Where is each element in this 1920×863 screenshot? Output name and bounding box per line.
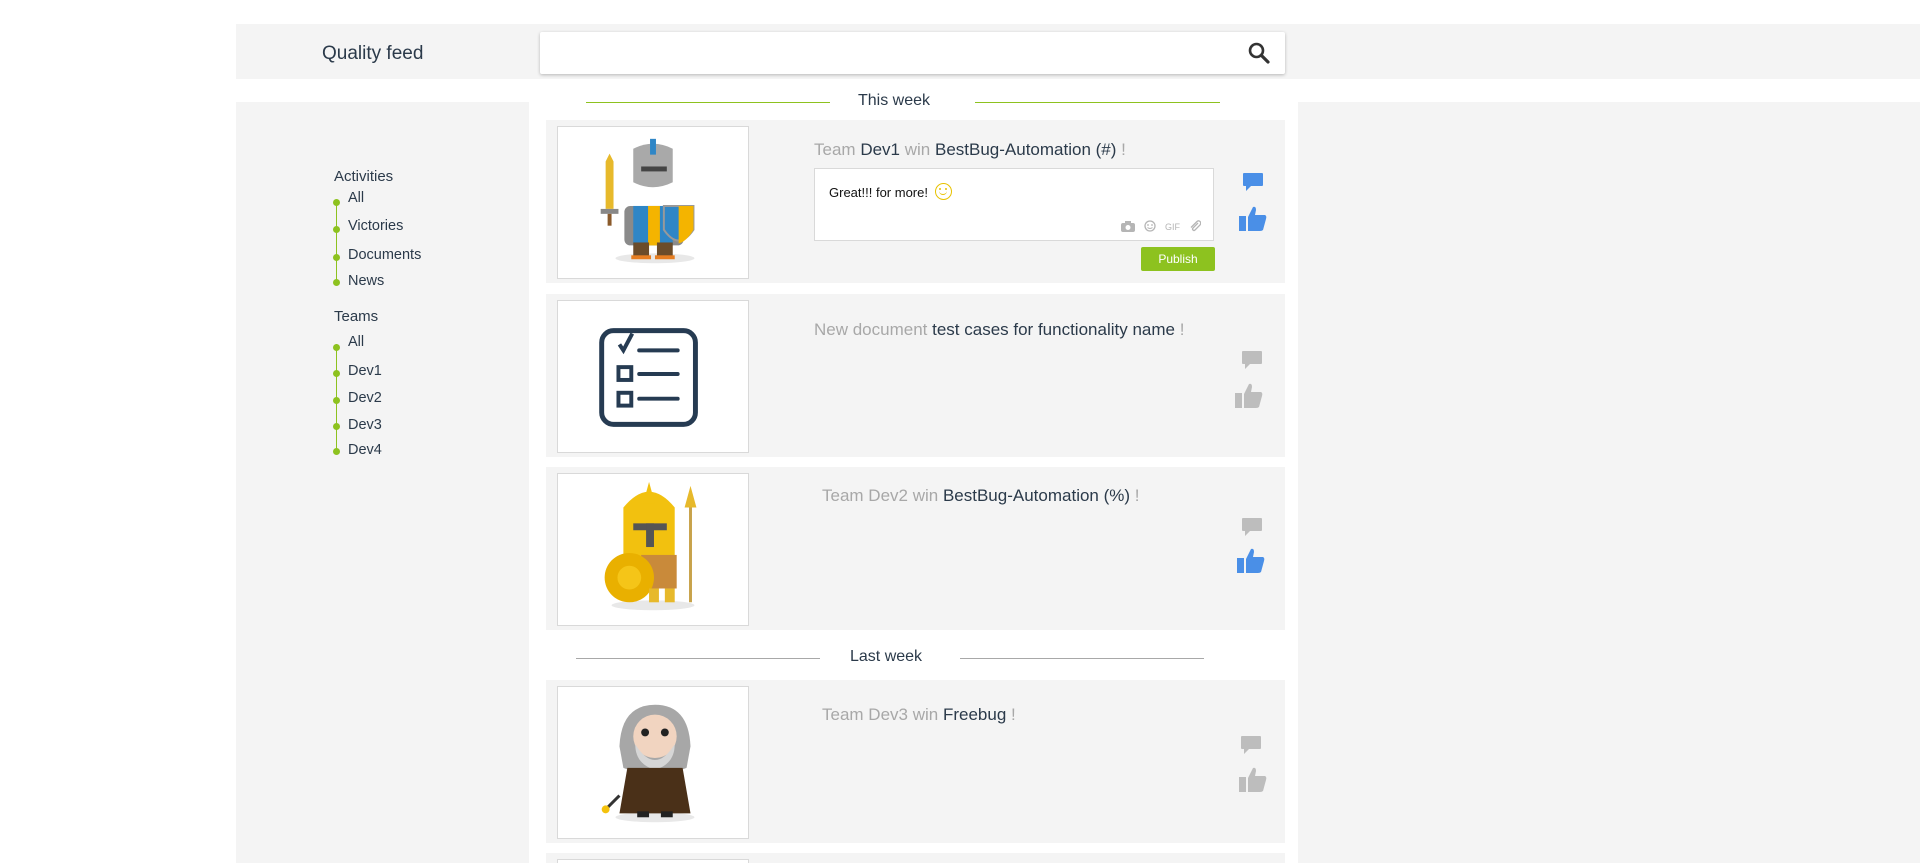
camera-icon[interactable] — [1121, 220, 1135, 234]
like-icon[interactable] — [1236, 547, 1266, 575]
this-week-separator: This week — [586, 92, 1220, 112]
feed-title: Team Dev3 win Freebug ! — [822, 705, 1016, 724]
this-week-label: This week — [858, 92, 931, 109]
feed-card-dev1: Team Dev1 win BestBug-Automation (#) ! G… — [546, 120, 1285, 283]
gif-button[interactable]: GIF — [1165, 222, 1180, 232]
activities-filter: All Victories Documents News — [332, 190, 421, 294]
feed-card-dev3: Team Dev3 win Freebug ! — [546, 680, 1285, 843]
activities-title: Activities — [334, 168, 394, 185]
feed-title: Team Dev2 win BestBug-Automation (%) ! — [822, 486, 1140, 505]
attach-icon[interactable] — [1189, 220, 1202, 234]
teams-title: Teams — [334, 308, 379, 325]
activity-filter-documents[interactable]: Documents — [332, 243, 421, 270]
feed-thumbnail — [557, 859, 749, 863]
wizard-avatar — [557, 686, 749, 839]
search-bar — [540, 32, 1285, 74]
knight-avatar — [557, 126, 749, 279]
feed-title: Team Dev1 win BestBug-Automation (#) ! — [814, 140, 1126, 159]
feed-title: New document test cases for functionalit… — [814, 320, 1185, 339]
like-icon[interactable] — [1238, 766, 1268, 794]
checklist-document-icon — [557, 300, 749, 453]
last-week-label: Last week — [850, 648, 923, 665]
teams-filter: All Dev1 Dev2 Dev3 Dev4 — [333, 334, 382, 463]
emoji-icon[interactable] — [1144, 220, 1156, 234]
comment-icon[interactable] — [1242, 172, 1264, 192]
last-week-separator: Last week — [576, 648, 1204, 668]
comment-text: Great!!! for more! — [829, 183, 952, 202]
activity-filter-all[interactable]: All — [332, 190, 421, 214]
feed-card-partial — [546, 853, 1285, 863]
right-panel — [1298, 102, 1920, 863]
team-filter-all[interactable]: All — [333, 334, 382, 359]
comment-tools: GIF — [1121, 220, 1202, 234]
publish-button[interactable]: Publish — [1141, 247, 1215, 271]
golden-knight-avatar — [557, 473, 749, 626]
comment-icon[interactable] — [1240, 735, 1262, 755]
activity-filter-news[interactable]: News — [332, 270, 421, 294]
like-icon[interactable] — [1238, 205, 1268, 233]
activity-filter-victories[interactable]: Victories — [332, 214, 421, 243]
team-filter-dev3[interactable]: Dev3 — [333, 413, 382, 439]
team-filter-dev2[interactable]: Dev2 — [333, 386, 382, 413]
feed-card-document: New document test cases for functionalit… — [546, 294, 1285, 457]
search-input[interactable] — [540, 32, 1220, 72]
brand-title: Quality feed — [322, 43, 424, 64]
search-icon[interactable] — [1247, 41, 1271, 65]
smiley-icon — [934, 183, 952, 201]
comment-icon[interactable] — [1241, 517, 1263, 537]
comment-icon[interactable] — [1241, 350, 1263, 370]
team-filter-dev1[interactable]: Dev1 — [333, 359, 382, 386]
comment-input[interactable]: Great!!! for more! GIF — [814, 168, 1214, 241]
feed-card-dev2: Team Dev2 win BestBug-Automation (%) ! — [546, 467, 1285, 630]
like-icon[interactable] — [1234, 382, 1264, 410]
team-filter-dev4[interactable]: Dev4 — [333, 439, 382, 463]
